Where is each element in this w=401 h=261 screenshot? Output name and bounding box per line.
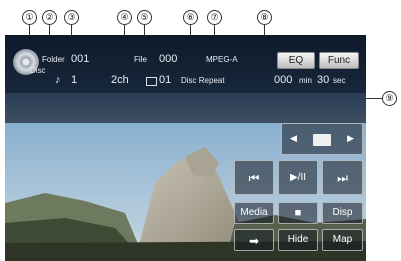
time-sec-unit: sec — [333, 76, 346, 85]
callout-9: ⑨ — [382, 91, 397, 106]
disc-caption: Disc — [30, 66, 46, 75]
func-button[interactable]: Func — [319, 52, 359, 69]
callout-6: ⑥ — [183, 10, 198, 25]
callout-3: ③ — [64, 10, 79, 25]
time-min-unit: min — [299, 76, 312, 85]
callout-1: ① — [22, 10, 37, 25]
video-frame: ◀ ▶ ⏮ ▶/II ⏭ Media ■ Disp ➡ Hide Map — [5, 123, 366, 261]
callout-5: ⑤ — [137, 10, 152, 25]
arrow-right-icon: ➡ — [248, 234, 260, 248]
subtitle-icon — [146, 77, 157, 86]
folder-number: 001 — [71, 53, 90, 65]
subtitle-number: 01 — [159, 74, 172, 86]
repeat-mode: Disc Repeat — [181, 76, 225, 85]
file-label: File — [134, 55, 147, 64]
chapter-number: 1 — [71, 74, 78, 86]
folder-icon — [313, 134, 331, 146]
hide-button[interactable]: Hide — [278, 229, 318, 251]
file-number: 000 — [159, 53, 178, 65]
callout-4: ④ — [117, 10, 132, 25]
status-strip-text — [5, 93, 366, 123]
prev-folder-icon[interactable]: ◀ — [290, 133, 297, 144]
map-button[interactable]: Map — [322, 229, 363, 251]
callout-2: ② — [42, 10, 57, 25]
time-minutes: 000 — [274, 74, 293, 86]
eq-button[interactable]: EQ — [277, 52, 315, 69]
callout-7: ⑦ — [207, 10, 222, 25]
next-folder-icon[interactable]: ▶ — [347, 133, 354, 144]
folder-browse-control[interactable]: ◀ ▶ — [281, 123, 363, 155]
callout-8: ⑧ — [257, 10, 272, 25]
media-format: MPEG-A — [206, 55, 238, 64]
audio-channel: 2ch — [111, 74, 129, 86]
skip-forward-button[interactable]: ⏭ — [322, 160, 363, 195]
stop-icon: ■ — [294, 207, 302, 219]
arrow-button[interactable]: ➡ — [234, 229, 274, 251]
av-screen: Disc Folder 001 File 000 MPEG-A EQ Func … — [5, 35, 366, 261]
skip-back-button[interactable]: ⏮ — [234, 160, 274, 195]
media-button[interactable]: Media — [234, 202, 274, 224]
note-icon: ♪ — [55, 74, 61, 86]
status-bar: Disc Folder 001 File 000 MPEG-A EQ Func … — [5, 35, 366, 123]
stop-button[interactable]: ■ — [278, 202, 318, 224]
skip-forward-icon: ⏭ — [337, 171, 348, 185]
time-seconds: 30 — [317, 74, 330, 86]
play-pause-button[interactable]: ▶/II — [278, 160, 318, 195]
folder-label: Folder — [42, 55, 65, 64]
skip-back-icon: ⏮ — [248, 171, 260, 185]
play-pause-icon: ▶/II — [289, 172, 307, 183]
disp-button[interactable]: Disp — [322, 202, 363, 224]
